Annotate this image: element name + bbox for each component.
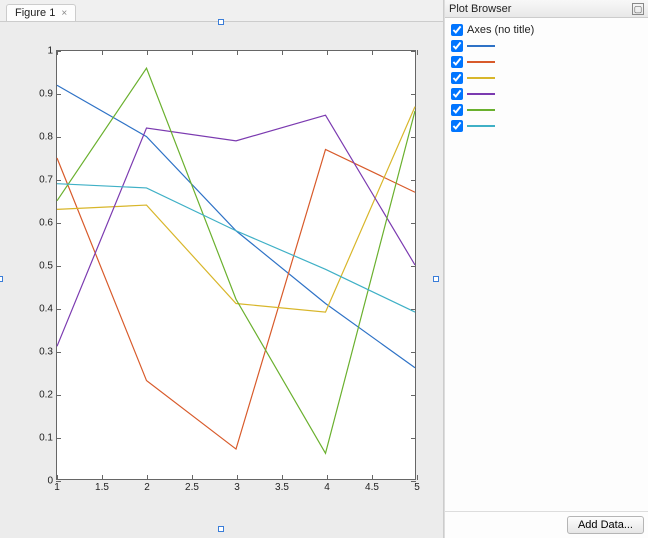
y-tick-label: 0.3 bbox=[31, 347, 57, 358]
selection-handle[interactable] bbox=[433, 276, 439, 282]
series-visibility-checkbox[interactable] bbox=[451, 72, 463, 84]
selection-handle[interactable] bbox=[218, 526, 224, 532]
series-visibility-checkbox[interactable] bbox=[451, 120, 463, 132]
x-tick-label: 2.5 bbox=[185, 479, 199, 493]
series-row[interactable] bbox=[451, 38, 642, 54]
selection-handle[interactable] bbox=[0, 276, 3, 282]
x-tick-label: 3 bbox=[234, 479, 240, 493]
chart-lines bbox=[57, 51, 415, 479]
axes-row-label: Axes (no title) bbox=[467, 24, 534, 36]
y-tick-label: 0 bbox=[31, 476, 57, 487]
series-color-swatch bbox=[467, 125, 495, 127]
add-data-label: Add Data... bbox=[578, 519, 633, 531]
x-tick-label: 1.5 bbox=[95, 479, 109, 493]
plot-browser-panel: Plot Browser ▢ Axes (no title) Add Data.… bbox=[444, 0, 648, 538]
x-tick-label: 5 bbox=[414, 479, 420, 493]
y-tick-label: 0.8 bbox=[31, 132, 57, 143]
plot-browser-footer: Add Data... bbox=[445, 511, 648, 538]
series-row[interactable] bbox=[451, 102, 642, 118]
series-visibility-checkbox[interactable] bbox=[451, 104, 463, 116]
series-color-swatch bbox=[467, 77, 495, 79]
series-color-swatch bbox=[467, 45, 495, 47]
y-tick-label: 0.6 bbox=[31, 218, 57, 229]
x-tick-label: 4 bbox=[324, 479, 330, 493]
axes[interactable]: 00.10.20.30.40.50.60.70.80.9111.522.533.… bbox=[56, 50, 416, 480]
series-color-swatch bbox=[467, 93, 495, 95]
figure-tab[interactable]: Figure 1 × bbox=[6, 4, 76, 21]
plot-browser-list: Axes (no title) bbox=[445, 18, 648, 511]
plot-browser-title: Plot Browser bbox=[449, 3, 511, 15]
series-color-swatch bbox=[467, 61, 495, 63]
plot-browser-titlebar: Plot Browser ▢ bbox=[445, 0, 648, 18]
series-visibility-checkbox[interactable] bbox=[451, 56, 463, 68]
figure-tab-label: Figure 1 bbox=[15, 7, 55, 19]
close-icon[interactable]: × bbox=[61, 8, 67, 19]
y-tick-label: 0.4 bbox=[31, 304, 57, 315]
figure-pane: Figure 1 × 0 0.1 0.2 0.3 0.4 0.5 0.6 0.7 0.8 0.9 1… bbox=[0, 0, 444, 538]
y-tick-label: 0.2 bbox=[31, 390, 57, 401]
series-row[interactable] bbox=[451, 54, 642, 70]
series-row[interactable] bbox=[451, 70, 642, 86]
series-visibility-checkbox[interactable] bbox=[451, 88, 463, 100]
x-tick-label: 3.5 bbox=[275, 479, 289, 493]
x-tick-label: 4.5 bbox=[365, 479, 379, 493]
axes-row[interactable]: Axes (no title) bbox=[451, 22, 642, 38]
series-color-swatch bbox=[467, 109, 495, 111]
series-visibility-checkbox[interactable] bbox=[451, 40, 463, 52]
figure-body[interactable]: 0 0.1 0.2 0.3 0.4 0.5 0.6 0.7 0.8 0.9 1 1 1.5 2 2.5 3 3.… bbox=[0, 22, 443, 538]
y-tick-label: 0.5 bbox=[31, 261, 57, 272]
x-tick-label: 2 bbox=[144, 479, 150, 493]
x-tick-label: 1 bbox=[54, 479, 60, 493]
y-tick-label: 1 bbox=[31, 46, 57, 57]
y-tick-label: 0.7 bbox=[31, 175, 57, 186]
y-tick-label: 0.1 bbox=[31, 433, 57, 444]
series-row[interactable] bbox=[451, 86, 642, 102]
y-tick-label: 0.9 bbox=[31, 89, 57, 100]
add-data-button[interactable]: Add Data... bbox=[567, 516, 644, 534]
axes-visibility-checkbox[interactable] bbox=[451, 24, 463, 36]
undock-icon[interactable]: ▢ bbox=[632, 3, 644, 15]
selection-handle[interactable] bbox=[218, 19, 224, 25]
series-row[interactable] bbox=[451, 118, 642, 134]
